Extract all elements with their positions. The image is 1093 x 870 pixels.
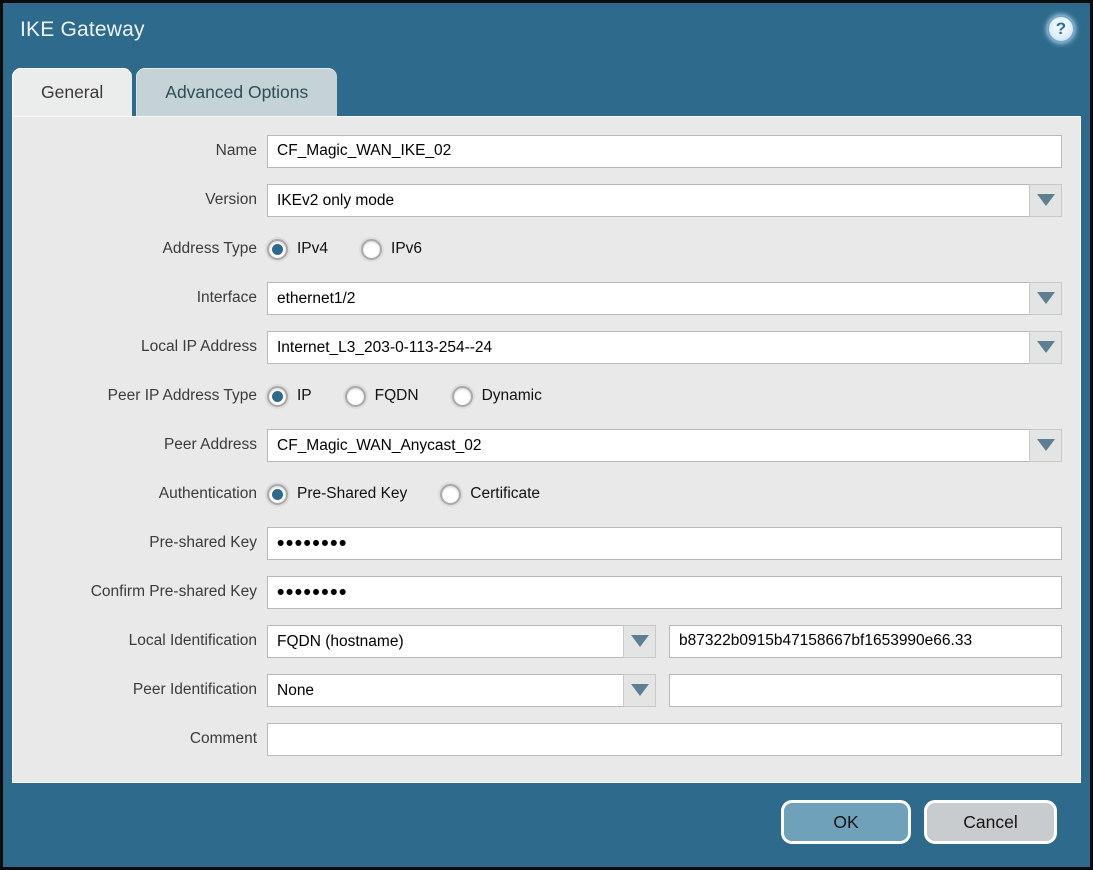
help-icon[interactable]: ?	[1047, 15, 1075, 43]
interface-select[interactable]: ethernet1/2	[267, 282, 1062, 315]
local-identification-value-input[interactable]	[669, 625, 1062, 658]
row-peer-ip-address-type: Peer IP Address Type IP FQDN Dynamic	[13, 379, 1062, 413]
radio-pre-shared-key[interactable]: Pre-Shared Key	[267, 484, 407, 505]
radio-ipv4[interactable]: IPv4	[267, 239, 328, 260]
ok-button[interactable]: OK	[781, 800, 911, 844]
row-confirm-pre-shared-key: Confirm Pre-shared Key	[13, 575, 1062, 609]
interface-label: Interface	[13, 289, 257, 307]
row-address-type: Address Type IPv4 IPv6	[13, 232, 1062, 266]
name-label: Name	[13, 142, 257, 160]
authentication-radio-group: Pre-Shared Key Certificate	[267, 484, 540, 505]
name-input[interactable]	[267, 135, 1062, 168]
chevron-down-icon	[1037, 194, 1055, 206]
chevron-down-icon	[1037, 439, 1055, 451]
radio-selected-icon[interactable]	[267, 484, 288, 505]
pre-shared-key-input[interactable]	[267, 527, 1062, 560]
radio-ip[interactable]: IP	[267, 386, 312, 407]
radio-unselected-icon[interactable]	[361, 239, 382, 260]
ike-gateway-dialog: IKE Gateway ? General Advanced Options N…	[0, 0, 1093, 870]
radio-ipv6[interactable]: IPv6	[361, 239, 422, 260]
chevron-down-icon	[631, 635, 649, 647]
row-comment: Comment	[13, 722, 1062, 756]
version-select[interactable]: IKEv2 only mode	[267, 184, 1062, 217]
radio-dynamic[interactable]: Dynamic	[452, 386, 542, 407]
peer-ip-address-type-label: Peer IP Address Type	[13, 387, 257, 405]
peer-address-dropdown-button[interactable]	[1029, 429, 1062, 462]
dialog-title: IKE Gateway	[20, 18, 145, 42]
radio-unselected-icon[interactable]	[440, 484, 461, 505]
row-peer-address: Peer Address CF_Magic_WAN_Anycast_02	[13, 428, 1062, 462]
peer-ip-address-type-radio-group: IP FQDN Dynamic	[267, 386, 542, 407]
local-ip-address-select-value[interactable]: Internet_L3_203-0-113-254--24	[267, 331, 1029, 364]
radio-certificate[interactable]: Certificate	[440, 484, 540, 505]
tab-bar: General Advanced Options	[12, 68, 337, 116]
comment-label: Comment	[13, 730, 257, 748]
peer-address-label: Peer Address	[13, 436, 257, 454]
radio-unselected-icon[interactable]	[452, 386, 473, 407]
version-dropdown-button[interactable]	[1029, 184, 1062, 217]
row-local-ip-address: Local IP Address Internet_L3_203-0-113-2…	[13, 330, 1062, 364]
radio-unselected-icon[interactable]	[345, 386, 366, 407]
local-ip-address-dropdown-button[interactable]	[1029, 331, 1062, 364]
confirm-pre-shared-key-input[interactable]	[267, 576, 1062, 609]
local-ip-address-select[interactable]: Internet_L3_203-0-113-254--24	[267, 331, 1062, 364]
radio-selected-icon[interactable]	[267, 239, 288, 260]
radio-fqdn[interactable]: FQDN	[345, 386, 419, 407]
tab-advanced-options[interactable]: Advanced Options	[136, 68, 337, 116]
row-version: Version IKEv2 only mode	[13, 183, 1062, 217]
local-identification-dropdown-button[interactable]	[623, 625, 656, 658]
local-ip-address-label: Local IP Address	[13, 338, 257, 356]
authentication-label: Authentication	[13, 485, 257, 503]
interface-dropdown-button[interactable]	[1029, 282, 1062, 315]
chevron-down-icon	[1037, 341, 1055, 353]
tab-general[interactable]: General	[12, 68, 132, 116]
confirm-pre-shared-key-label: Confirm Pre-shared Key	[13, 583, 257, 601]
local-identification-type-select[interactable]: FQDN (hostname)	[267, 625, 656, 658]
local-identification-label: Local Identification	[13, 632, 257, 650]
general-tab-panel: Name Version IKEv2 only mode Address Typ…	[12, 116, 1081, 783]
row-pre-shared-key: Pre-shared Key	[13, 526, 1062, 560]
address-type-radio-group: IPv4 IPv6	[267, 239, 422, 260]
version-label: Version	[13, 191, 257, 209]
peer-identification-type-select[interactable]: None	[267, 674, 656, 707]
chevron-down-icon	[631, 684, 649, 696]
peer-address-select[interactable]: CF_Magic_WAN_Anycast_02	[267, 429, 1062, 462]
address-type-label: Address Type	[13, 240, 257, 258]
pre-shared-key-label: Pre-shared Key	[13, 534, 257, 552]
row-peer-identification: Peer Identification None	[13, 673, 1062, 707]
peer-identification-label: Peer Identification	[13, 681, 257, 699]
chevron-down-icon	[1037, 292, 1055, 304]
peer-identification-type-value[interactable]: None	[267, 674, 623, 707]
row-name: Name	[13, 134, 1062, 168]
row-authentication: Authentication Pre-Shared Key Certificat…	[13, 477, 1062, 511]
local-identification-type-value[interactable]: FQDN (hostname)	[267, 625, 623, 658]
interface-select-value[interactable]: ethernet1/2	[267, 282, 1029, 315]
radio-selected-icon[interactable]	[267, 386, 288, 407]
row-local-identification: Local Identification FQDN (hostname)	[13, 624, 1062, 658]
comment-input[interactable]	[267, 723, 1062, 756]
row-interface: Interface ethernet1/2	[13, 281, 1062, 315]
peer-identification-value-input[interactable]	[669, 674, 1062, 707]
cancel-button[interactable]: Cancel	[924, 800, 1057, 844]
peer-address-select-value[interactable]: CF_Magic_WAN_Anycast_02	[267, 429, 1029, 462]
peer-identification-dropdown-button[interactable]	[623, 674, 656, 707]
version-select-value[interactable]: IKEv2 only mode	[267, 184, 1029, 217]
